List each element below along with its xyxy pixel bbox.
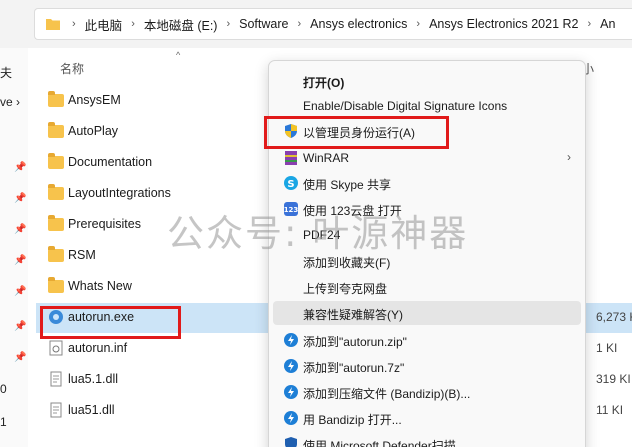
file-name: RSM xyxy=(68,248,96,262)
menu-item-label: 兼容性疑难解答(Y) xyxy=(303,308,403,322)
menu-item-label: 使用 Skype 共享 xyxy=(303,178,392,192)
menu-item-label: Enable/Disable Digital Signature Icons xyxy=(303,99,508,113)
dll-file-icon xyxy=(50,402,62,418)
file-size: 6,273 KI xyxy=(596,310,632,324)
sort-up-icon: ^ xyxy=(176,50,181,60)
menu-item-winrar[interactable]: WinRAR › xyxy=(273,146,581,170)
file-name: Whats New xyxy=(68,279,132,293)
folder-icon xyxy=(48,122,64,138)
chevron-right-icon: › xyxy=(131,18,135,30)
pin-icon: 📌 xyxy=(14,352,27,363)
pin-icon: 📌 xyxy=(14,193,27,204)
menu-item-digital-signature[interactable]: Enable/Disable Digital Signature Icons xyxy=(273,94,581,118)
pin-icon: 📌 xyxy=(14,321,27,332)
defender-icon xyxy=(285,437,297,447)
chevron-right-icon: › xyxy=(416,18,421,30)
menu-item-label: 用 Bandizip 打开... xyxy=(303,413,402,427)
folder-icon xyxy=(48,184,64,200)
bandizip-icon xyxy=(284,385,298,399)
bandizip-icon xyxy=(284,411,298,425)
file-size: 1 KI xyxy=(596,341,618,355)
pin-icon: 📌 xyxy=(14,224,27,235)
chevron-right-icon: › xyxy=(297,18,302,30)
dll-file-icon xyxy=(50,371,62,387)
menu-item-label: 添加到压缩文件 (Bandizip)(B)... xyxy=(303,387,471,401)
chevron-right-icon: › xyxy=(72,18,76,30)
breadcrumb-item[interactable]: Ansys Electronics 2021 R2 xyxy=(429,17,578,31)
file-name: autorun.inf xyxy=(68,341,128,355)
menu-item-label: 添加到"autorun.7z" xyxy=(303,361,405,375)
file-name: Prerequisites xyxy=(68,217,141,231)
folder-icon xyxy=(48,277,64,293)
menu-item-label: 上传到夸克网盘 xyxy=(303,282,388,296)
menu-item-label: WinRAR xyxy=(303,151,350,165)
highlight-box xyxy=(264,116,449,149)
file-name: lua51.dll xyxy=(68,403,115,417)
nav-back-area xyxy=(0,0,34,48)
menu-item-skype-share[interactable]: S 使用 Skype 共享 xyxy=(273,171,581,195)
highlight-box xyxy=(40,306,181,339)
navigation-pane: 夫 ve › 📌 📌 📌 📌 📌 📌 📌 0 1 xyxy=(0,48,28,447)
file-name: lua5.1.dll xyxy=(68,372,119,386)
menu-item-upload-quark[interactable]: 上传到夸克网盘 xyxy=(273,275,581,299)
file-name: Documentation xyxy=(68,155,153,169)
pin-icon: 📌 xyxy=(14,286,27,297)
menu-item-add-7z[interactable]: 添加到"autorun.7z" xyxy=(273,354,581,378)
winrar-icon xyxy=(285,151,297,165)
address-bar-area: › 此电脑 › 本地磁盘 (E:) › Software › Ansys ele… xyxy=(0,0,632,48)
folder-icon xyxy=(48,153,64,169)
file-size: 319 KI xyxy=(596,372,631,386)
skype-icon: S xyxy=(284,176,298,190)
file-name: AutoPlay xyxy=(68,124,119,138)
address-bar[interactable]: › 此电脑 › 本地磁盘 (E:) › Software › Ansys ele… xyxy=(34,8,632,40)
settings-file-icon xyxy=(49,340,63,356)
chevron-right-icon: › xyxy=(587,18,592,30)
folder-icon xyxy=(48,215,64,231)
nav-item-fragment[interactable]: 0 xyxy=(0,382,7,396)
menu-item-compatibility[interactable]: 兼容性疑难解答(Y) xyxy=(273,301,581,325)
folder-icon xyxy=(48,246,64,262)
menu-item-open-bandizip[interactable]: 用 Bandizip 打开... xyxy=(273,406,581,430)
file-name: AnsysEM xyxy=(68,93,121,107)
breadcrumb-item[interactable]: Software xyxy=(239,17,288,31)
file-size: 11 KI xyxy=(596,403,624,417)
bandizip-icon xyxy=(284,333,298,347)
column-header-name[interactable]: 名称 xyxy=(60,60,84,77)
menu-item-open[interactable]: 打开(O) xyxy=(273,69,581,93)
nav-item-fragment[interactable]: 1 xyxy=(0,415,7,429)
chevron-right-icon: › xyxy=(567,150,571,164)
watermark-text: 公众号: 叶源神器 xyxy=(167,212,469,255)
bandizip-icon xyxy=(284,359,298,373)
folder-icon xyxy=(48,91,64,107)
pin-icon: 📌 xyxy=(14,162,27,173)
breadcrumb-item[interactable]: Ansys electronics xyxy=(310,17,407,31)
menu-item-add-zip[interactable]: 添加到"autorun.zip" xyxy=(273,328,581,352)
menu-item-add-archive-bandizip[interactable]: 添加到压缩文件 (Bandizip)(B)... xyxy=(273,380,581,404)
pin-icon: 📌 xyxy=(14,255,27,266)
file-name: LayoutIntegrations xyxy=(68,186,171,200)
folder-icon xyxy=(46,19,60,30)
breadcrumb-item[interactable]: 此电脑 xyxy=(85,15,123,34)
breadcrumb-item[interactable]: An xyxy=(600,17,615,31)
svg-text:S: S xyxy=(287,179,294,190)
nav-item-fragment[interactable]: 夫 xyxy=(0,64,12,81)
menu-item-label: 打开(O) xyxy=(303,76,345,90)
breadcrumb-item[interactable]: 本地磁盘 (E:) xyxy=(144,15,218,34)
menu-item-label: 使用 Microsoft Defender扫描... xyxy=(303,439,466,447)
nav-item-fragment[interactable]: ve › xyxy=(0,95,20,109)
chevron-right-icon: › xyxy=(226,18,231,30)
menu-item-defender-scan[interactable]: 使用 Microsoft Defender扫描... xyxy=(273,432,581,447)
menu-item-label: 添加到"autorun.zip" xyxy=(303,335,407,349)
